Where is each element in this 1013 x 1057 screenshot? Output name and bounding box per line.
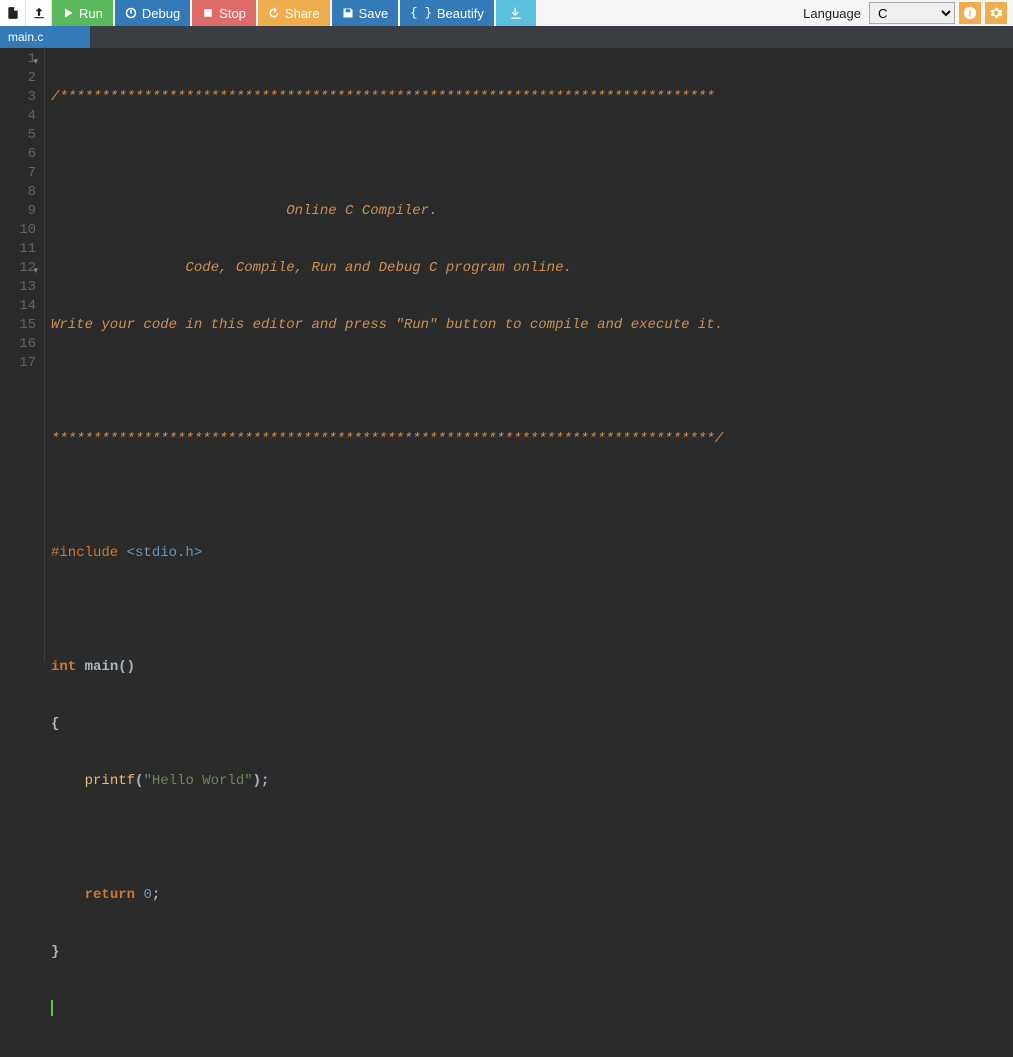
share-label: Share <box>285 6 320 21</box>
code-text <box>51 260 185 276</box>
code-text: /***************************************… <box>51 89 715 105</box>
code-text: #include <box>51 545 127 561</box>
save-label: Save <box>359 6 389 21</box>
code-text <box>135 887 143 903</box>
code-text: printf <box>85 773 135 789</box>
new-file-button[interactable] <box>0 0 26 26</box>
line-number: 16 <box>0 335 36 354</box>
beautify-label: Beautify <box>437 6 484 21</box>
code-editor[interactable]: 1▾ 2 3 4 5 6 7 8 9 10 11 12▾ 13 14 15 16… <box>0 48 1013 662</box>
file-icon <box>6 6 20 20</box>
tab-label: main.c <box>8 30 43 44</box>
upload-button[interactable] <box>26 0 52 26</box>
language-select[interactable]: C <box>869 2 955 24</box>
line-number: 2 <box>0 69 36 88</box>
line-number: 14 <box>0 297 36 316</box>
line-number: 15 <box>0 316 36 335</box>
code-text <box>51 887 85 903</box>
code-text: Write your code in this editor and press… <box>51 317 723 333</box>
debug-icon <box>125 7 137 19</box>
line-number: 6 <box>0 145 36 164</box>
code-text: ); <box>253 773 270 789</box>
line-number: 11 <box>0 240 36 259</box>
code-text: 0 <box>143 887 151 903</box>
code-text: main <box>76 659 118 675</box>
code-text: Code, Compile, Run and Debug C program o… <box>185 260 571 276</box>
code-text: <stdio.h> <box>127 545 203 561</box>
settings-button[interactable] <box>985 2 1007 24</box>
toolbar: Run Debug Stop Share Save { } Beautify L… <box>0 0 1013 26</box>
code-area[interactable]: /***************************************… <box>45 48 1013 662</box>
line-number: 5 <box>0 126 36 145</box>
stop-button[interactable]: Stop <box>192 0 256 26</box>
svg-text:i: i <box>969 9 972 20</box>
download-icon <box>510 7 522 19</box>
line-number: 1▾ <box>0 50 36 69</box>
code-text: return <box>85 887 135 903</box>
language-label: Language <box>803 6 861 21</box>
code-text: } <box>51 944 59 960</box>
line-number: 3 <box>0 88 36 107</box>
run-label: Run <box>79 6 103 21</box>
toolbar-spacer <box>538 0 803 26</box>
stop-label: Stop <box>219 6 246 21</box>
code-text: { <box>51 716 59 732</box>
line-number: 8 <box>0 183 36 202</box>
gutter: 1▾ 2 3 4 5 6 7 8 9 10 11 12▾ 13 14 15 16… <box>0 48 45 662</box>
debug-label: Debug <box>142 6 180 21</box>
play-icon <box>62 7 74 19</box>
code-text: ; <box>152 887 160 903</box>
debug-button[interactable]: Debug <box>115 0 190 26</box>
download-button[interactable] <box>496 0 536 26</box>
line-number: 12▾ <box>0 259 36 278</box>
save-icon <box>342 7 354 19</box>
tab-main-c[interactable]: main.c <box>0 26 90 48</box>
code-text: () <box>118 659 135 675</box>
line-number: 17 <box>0 354 36 373</box>
code-text: ****************************************… <box>51 431 723 447</box>
line-number: 13 <box>0 278 36 297</box>
code-text <box>51 203 286 219</box>
line-number: 7 <box>0 164 36 183</box>
info-icon: i <box>963 6 977 20</box>
save-button[interactable]: Save <box>332 0 399 26</box>
code-text: Online C Compiler. <box>286 203 437 219</box>
toolbar-left: Run Debug Stop Share Save { } Beautify <box>0 0 538 26</box>
line-number: 9 <box>0 202 36 221</box>
toolbar-right: Language C i <box>803 0 1013 26</box>
stop-icon <box>202 7 214 19</box>
gear-icon <box>989 6 1003 20</box>
line-number: 10 <box>0 221 36 240</box>
code-text: "Hello World" <box>143 773 252 789</box>
line-number: 4 <box>0 107 36 126</box>
text-cursor <box>51 1000 53 1016</box>
run-button[interactable]: Run <box>52 0 113 26</box>
info-button[interactable]: i <box>959 2 981 24</box>
share-button[interactable]: Share <box>258 0 330 26</box>
code-text <box>51 773 85 789</box>
share-icon <box>268 7 280 19</box>
beautify-button[interactable]: { } Beautify <box>400 0 494 26</box>
tab-bar: main.c <box>0 26 1013 48</box>
code-text: ( <box>135 773 143 789</box>
code-text: int <box>51 659 76 675</box>
braces-icon: { } <box>410 6 432 20</box>
upload-icon <box>32 6 46 20</box>
